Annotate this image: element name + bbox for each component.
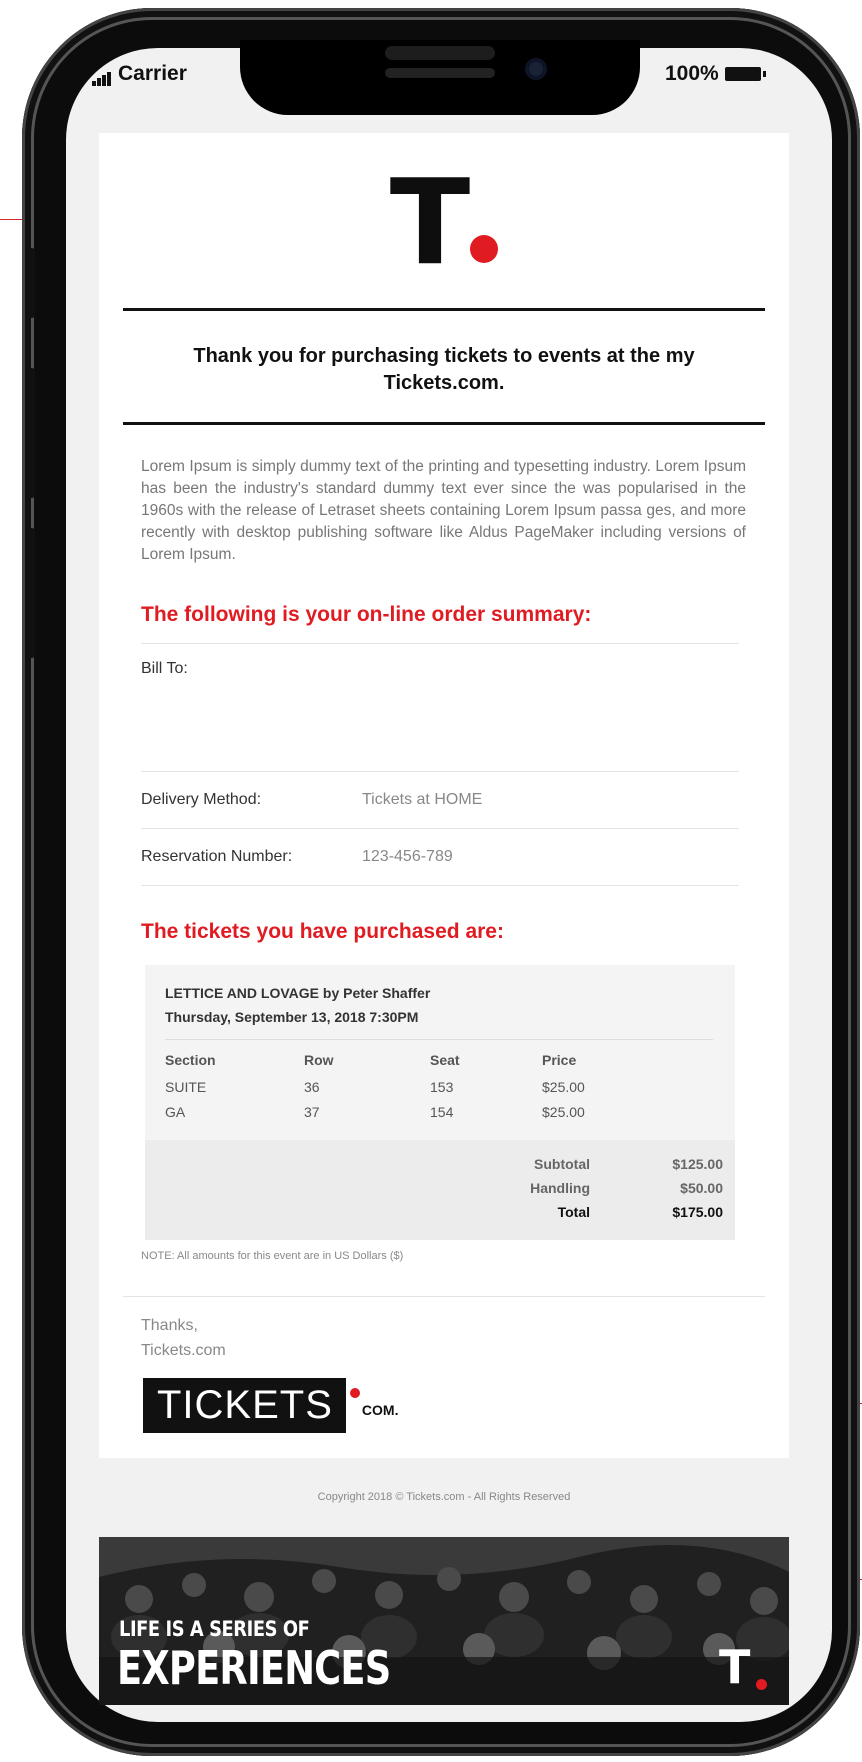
experiences-banner[interactable]: LIFE IS A SERIES OF EXPERIENCES T (99, 1537, 789, 1705)
sensor-bar (385, 68, 495, 78)
header-logo: T (99, 163, 789, 281)
handling-label: Handling (530, 1180, 590, 1196)
brand-red-dot-icon (349, 1387, 360, 1398)
banner-red-dot-icon (756, 1679, 767, 1690)
totals-block: Subtotal $125.00 Handling $50.00 Total $… (145, 1140, 735, 1240)
mute-switch (25, 248, 35, 318)
reservation-number-value: 123-456-789 (362, 848, 453, 865)
ticket-summary-box: LETTICE AND LOVAGE by Peter Shaffer Thur… (145, 965, 735, 1240)
divider (123, 1296, 765, 1297)
ticket-section: GA (165, 1104, 186, 1120)
column-header-row: Row (304, 1052, 334, 1068)
email-card: T Thank you for purchasing tickets to ev… (99, 133, 789, 1458)
ticket-seat: 154 (430, 1104, 454, 1120)
speaker-grille (385, 46, 495, 60)
total-value: $175.00 (672, 1204, 723, 1220)
tickets-com-logo[interactable]: TICKETS COM. (143, 1378, 398, 1433)
ticket-row: 36 (304, 1079, 320, 1095)
front-camera (525, 58, 547, 80)
subtotal-label: Subtotal (534, 1156, 590, 1172)
sign-off: Thanks, Tickets.com (141, 1313, 226, 1363)
brand-wordmark: TICKETS (143, 1378, 346, 1433)
column-header-section: Section (165, 1052, 216, 1068)
logo-red-dot-icon (470, 235, 499, 263)
signal-icon (92, 62, 112, 87)
divider (141, 643, 739, 644)
volume-up-button (25, 368, 35, 498)
column-header-seat: Seat (430, 1052, 460, 1068)
thank-you-heading: Thank you for purchasing tickets to even… (193, 345, 695, 394)
event-info: LETTICE AND LOVAGE by Peter Shaffer Thur… (165, 981, 430, 1029)
handling-value: $50.00 (680, 1180, 723, 1196)
event-date: Thursday, September 13, 2018 7:30PM (165, 1009, 419, 1025)
delivery-method-value: Tickets at HOME (362, 791, 483, 808)
intro-paragraph: Lorem Ipsum is simply dummy text of the … (141, 458, 746, 563)
status-battery: 100% (665, 62, 766, 86)
sign-off-line: Thanks, (141, 1317, 198, 1334)
tickets-purchased-title: The tickets you have purchased are: (141, 920, 504, 943)
banner-tagline-small: LIFE IS A SERIES OF (119, 1617, 310, 1641)
delivery-method-label: Delivery Method: (141, 791, 262, 808)
divider (165, 1039, 713, 1040)
notch (240, 40, 640, 115)
battery-icon (724, 67, 766, 82)
banner-tagline-big: EXPERIENCES (117, 1641, 391, 1695)
column-header-price: Price (542, 1052, 577, 1068)
volume-down-button (25, 528, 35, 658)
currency-note: NOTE: All amounts for this event are in … (141, 1250, 404, 1262)
sign-off-company: Tickets.com (141, 1342, 226, 1359)
ticket-price: $25.00 (542, 1104, 585, 1120)
ticket-section: SUITE (165, 1079, 207, 1095)
ticket-seat: 153 (430, 1079, 454, 1095)
divider (141, 828, 739, 829)
reservation-number-label: Reservation Number: (141, 848, 293, 865)
subtotal-value: $125.00 (672, 1156, 723, 1172)
banner-logo-letter: T (719, 1640, 751, 1694)
ticket-row: 37 (304, 1104, 320, 1120)
divider-bottom (123, 422, 765, 425)
divider (141, 771, 739, 772)
status-carrier: Carrier (92, 62, 187, 87)
carrier-name: Carrier (118, 62, 187, 85)
total-label: Total (557, 1204, 590, 1220)
divider (141, 885, 739, 886)
battery-percent: 100% (665, 62, 719, 85)
divider-top (123, 308, 765, 311)
ticket-price: $25.00 (542, 1079, 585, 1095)
event-name: LETTICE AND LOVAGE by Peter Shaffer (165, 985, 431, 1001)
copyright-text: Copyright 2018 © Tickets.com - All Right… (317, 1491, 571, 1503)
logo-letter: T (389, 153, 470, 291)
brand-suffix: COM. (361, 1402, 399, 1418)
bill-to-label: Bill To: (141, 660, 188, 677)
order-summary-title: The following is your on-line order summ… (141, 603, 592, 626)
